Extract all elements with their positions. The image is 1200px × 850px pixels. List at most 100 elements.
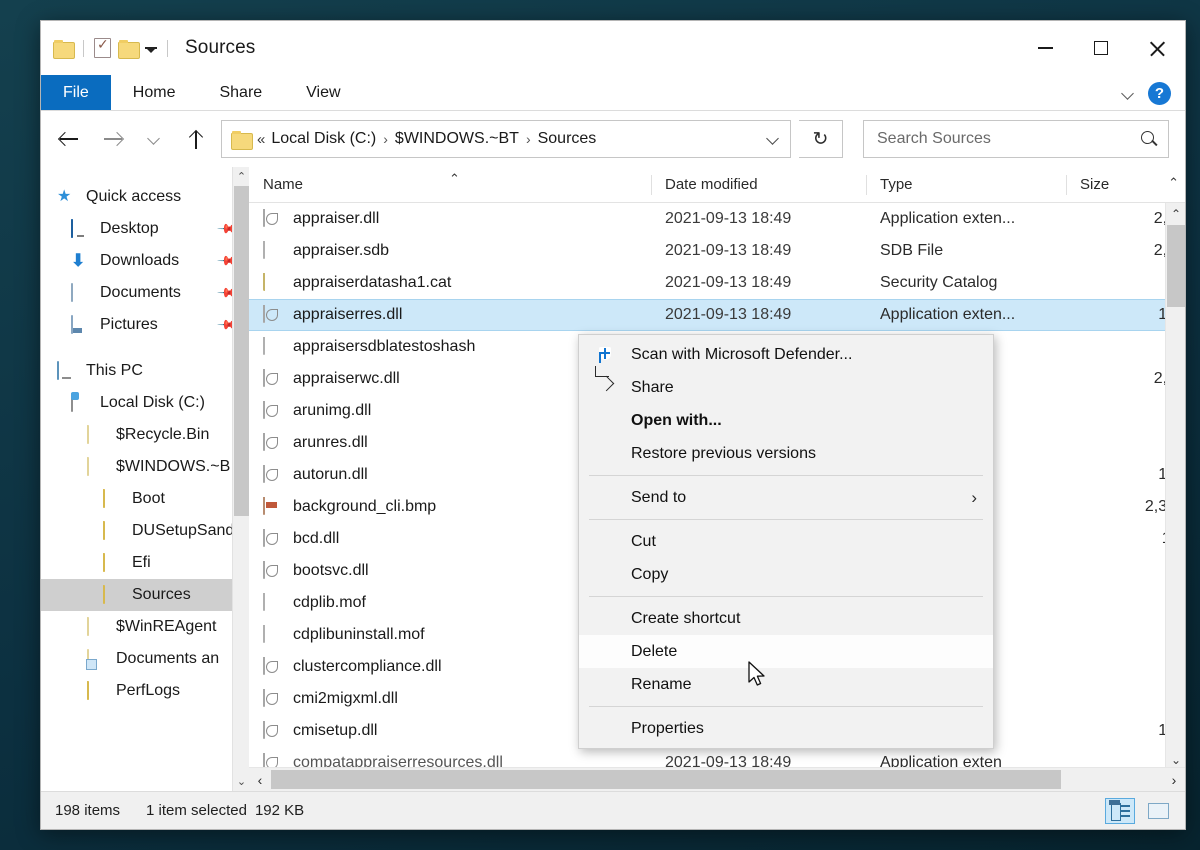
menu-item-label: Delete bbox=[631, 643, 993, 661]
menu-item-open-with[interactable]: Open with... bbox=[579, 404, 993, 437]
sidebar-item-documents-and-settings[interactable]: Documents an bbox=[41, 643, 249, 675]
sidebar-item-efi[interactable]: Efi bbox=[41, 547, 249, 579]
column-header-size[interactable]: Size bbox=[1066, 167, 1176, 203]
breadcrumb-item-local-disk[interactable]: Local Disk (C:) bbox=[271, 130, 376, 148]
file-size: 2,1 bbox=[1066, 370, 1176, 388]
sidebar-item-quick-access[interactable]: ★ Quick access bbox=[41, 181, 249, 213]
scroll-up-icon[interactable]: ⌃ bbox=[233, 167, 249, 186]
expand-ribbon-chevron-down-icon[interactable] bbox=[1122, 87, 1134, 99]
plain-file-icon bbox=[263, 241, 283, 261]
menu-item-rename[interactable]: Rename bbox=[579, 668, 993, 701]
search-box[interactable]: Search Sources bbox=[863, 120, 1169, 158]
menu-item-restore-previous-versions[interactable]: Restore previous versions bbox=[579, 437, 993, 470]
file-name: bcd.dll bbox=[293, 530, 339, 548]
menu-item-delete[interactable]: Delete bbox=[579, 635, 993, 668]
sidebar-item-perflogs[interactable]: PerfLogs bbox=[41, 675, 249, 707]
horizontal-scrollbar-thumb[interactable] bbox=[271, 770, 1061, 789]
scrollbar-thumb[interactable] bbox=[1167, 225, 1185, 307]
file-name: bootsvc.dll bbox=[293, 562, 369, 580]
column-header-name[interactable]: Name ⌃ bbox=[249, 167, 651, 203]
up-button[interactable] bbox=[179, 122, 213, 156]
table-row[interactable]: appraiserres.dll 2021-09-13 18:49 Applic… bbox=[249, 299, 1185, 331]
scroll-right-icon[interactable]: › bbox=[1163, 768, 1185, 792]
breadcrumb-separator-1[interactable]: › bbox=[383, 131, 388, 147]
menu-item-send-to[interactable]: Send to › bbox=[579, 481, 993, 514]
search-input[interactable]: Search Sources bbox=[877, 130, 1141, 148]
drive-icon bbox=[71, 394, 91, 412]
share-icon bbox=[595, 377, 617, 399]
scroll-down-icon[interactable]: ⌄ bbox=[233, 772, 249, 791]
customize-caret-icon[interactable] bbox=[145, 47, 157, 53]
scroll-up-icon[interactable]: ⌃ bbox=[1166, 203, 1186, 225]
maximize-button[interactable] bbox=[1073, 21, 1129, 75]
sidebar-item-recycle-bin[interactable]: $Recycle.Bin bbox=[41, 419, 249, 451]
help-icon[interactable]: ? bbox=[1148, 82, 1171, 105]
sidebar-item-desktop[interactable]: Desktop 📌 bbox=[41, 213, 249, 245]
tab-view[interactable]: View bbox=[284, 75, 362, 110]
breadcrumb-item-sources[interactable]: Sources bbox=[538, 130, 597, 148]
file-date: 2021-09-13 18:49 bbox=[651, 306, 866, 324]
back-button[interactable] bbox=[53, 122, 87, 156]
file-name: clustercompliance.dll bbox=[293, 658, 442, 676]
dll-icon bbox=[263, 465, 283, 485]
file-date: 2021-09-13 18:49 bbox=[651, 210, 866, 228]
close-button[interactable] bbox=[1129, 21, 1185, 75]
sidebar-item-sources[interactable]: Sources bbox=[41, 579, 249, 611]
folder-pale-icon bbox=[87, 458, 107, 476]
menu-item-scan-with-defender[interactable]: Scan with Microsoft Defender... bbox=[579, 338, 993, 371]
scroll-left-icon[interactable]: ‹ bbox=[249, 768, 271, 792]
dll-icon bbox=[263, 433, 283, 453]
sidebar-item-dusetupsandbox[interactable]: DUSetupSand bbox=[41, 515, 249, 547]
folder-icon bbox=[103, 586, 123, 604]
tab-home[interactable]: Home bbox=[111, 75, 198, 110]
breadcrumb-dropdown-chevron-down-icon[interactable] bbox=[760, 133, 786, 145]
table-row[interactable]: appraiser.dll 2021-09-13 18:49 Applicati… bbox=[249, 203, 1185, 235]
dll-icon bbox=[263, 369, 283, 389]
thumbnail-view-button[interactable] bbox=[1143, 798, 1173, 824]
menu-item-properties[interactable]: Properties bbox=[579, 712, 993, 745]
table-row[interactable]: appraiserdatasha1.cat 2021-09-13 18:49 S… bbox=[249, 267, 1185, 299]
sidebar-item-local-disk[interactable]: Local Disk (C:) bbox=[41, 387, 249, 419]
sidebar-item-pictures[interactable]: Pictures 📌 bbox=[41, 309, 249, 341]
file-list-scrollbar[interactable]: ⌃ ⌄ bbox=[1165, 203, 1185, 771]
minimize-button[interactable] bbox=[1017, 21, 1073, 75]
breadcrumb-separator-2[interactable]: › bbox=[526, 131, 531, 147]
file-type: Application exten... bbox=[866, 306, 1066, 324]
navigation-scrollbar[interactable]: ⌃ ⌄ bbox=[232, 167, 249, 791]
horizontal-scrollbar[interactable]: ‹ › bbox=[249, 767, 1185, 791]
sidebar-item-downloads[interactable]: ⬇ Downloads 📌 bbox=[41, 245, 249, 277]
properties-icon[interactable] bbox=[94, 38, 111, 58]
menu-item-create-shortcut[interactable]: Create shortcut bbox=[579, 602, 993, 635]
recent-locations-button[interactable] bbox=[137, 122, 171, 156]
header-overflow-caret-icon[interactable]: ⌃ bbox=[1168, 175, 1179, 191]
menu-item-share[interactable]: Share bbox=[579, 371, 993, 404]
sidebar-item-windows-bt[interactable]: $WINDOWS.~B bbox=[41, 451, 249, 483]
file-type: SDB File bbox=[866, 242, 1066, 260]
table-row[interactable]: compatappraiserresources.dll 2021-09-13 … bbox=[249, 747, 1185, 767]
file-date: 2021-09-13 18:49 bbox=[651, 274, 866, 292]
file-type: Application exten bbox=[866, 754, 1066, 767]
column-header-date-modified[interactable]: Date modified bbox=[651, 167, 866, 203]
new-folder-icon[interactable] bbox=[118, 40, 138, 57]
sidebar-item-documents[interactable]: Documents 📌 bbox=[41, 277, 249, 309]
sidebar-item-boot[interactable]: Boot bbox=[41, 483, 249, 515]
breadcrumb-item-windows-bt[interactable]: $WINDOWS.~BT bbox=[395, 130, 519, 148]
refresh-button[interactable]: ↻ bbox=[799, 120, 843, 158]
search-icon[interactable] bbox=[1141, 131, 1158, 148]
scrollbar-thumb[interactable] bbox=[234, 186, 249, 516]
menu-item-copy[interactable]: Copy bbox=[579, 558, 993, 591]
sidebar-item-this-pc[interactable]: This PC bbox=[41, 355, 249, 387]
sidebar-item-winreagent[interactable]: $WinREAgent bbox=[41, 611, 249, 643]
column-header-type[interactable]: Type bbox=[866, 167, 1066, 203]
breadcrumb-bar[interactable]: « Local Disk (C:) › $WINDOWS.~BT › Sourc… bbox=[221, 120, 791, 158]
tab-share[interactable]: Share bbox=[197, 75, 284, 110]
tab-file[interactable]: File bbox=[41, 75, 111, 110]
table-row[interactable]: appraiser.sdb 2021-09-13 18:49 SDB File … bbox=[249, 235, 1185, 267]
folder-icon[interactable] bbox=[53, 40, 73, 57]
file-size: 8 bbox=[1066, 402, 1176, 420]
folder-pale-icon bbox=[87, 426, 107, 444]
breadcrumb-overflow-icon[interactable]: « bbox=[257, 131, 265, 148]
selection-size-label: 192 KB bbox=[255, 802, 304, 819]
menu-item-cut[interactable]: Cut bbox=[579, 525, 993, 558]
forward-button[interactable] bbox=[95, 122, 129, 156]
